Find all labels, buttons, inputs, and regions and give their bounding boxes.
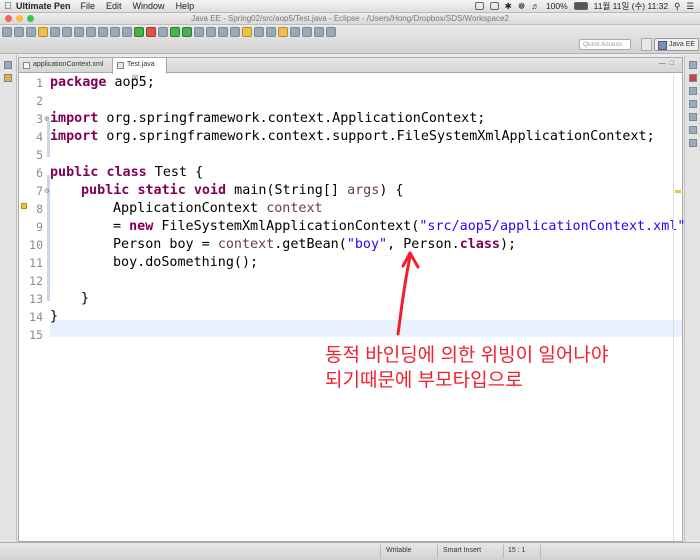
annotation-line: 되기때문에 부모타입으로 bbox=[325, 370, 523, 391]
annotation-note: 동적 바인딩에 의한 위빙이 일어나야되기때문에 부모타입으로 bbox=[325, 343, 608, 393]
annotation-arrow bbox=[396, 251, 420, 336]
divider bbox=[437, 545, 438, 558]
divider bbox=[380, 545, 381, 558]
status-writable: Writable bbox=[386, 547, 412, 554]
annotation-line: 동적 바인딩에 의한 위빙이 일어나야 bbox=[325, 345, 609, 366]
divider bbox=[540, 545, 541, 558]
status-insert-mode[interactable]: Smart Insert bbox=[443, 547, 481, 554]
status-cursor-position: 15 : 1 bbox=[508, 547, 526, 554]
divider bbox=[503, 545, 504, 558]
status-bar: Writable Smart Insert 15 : 1 bbox=[0, 542, 700, 560]
